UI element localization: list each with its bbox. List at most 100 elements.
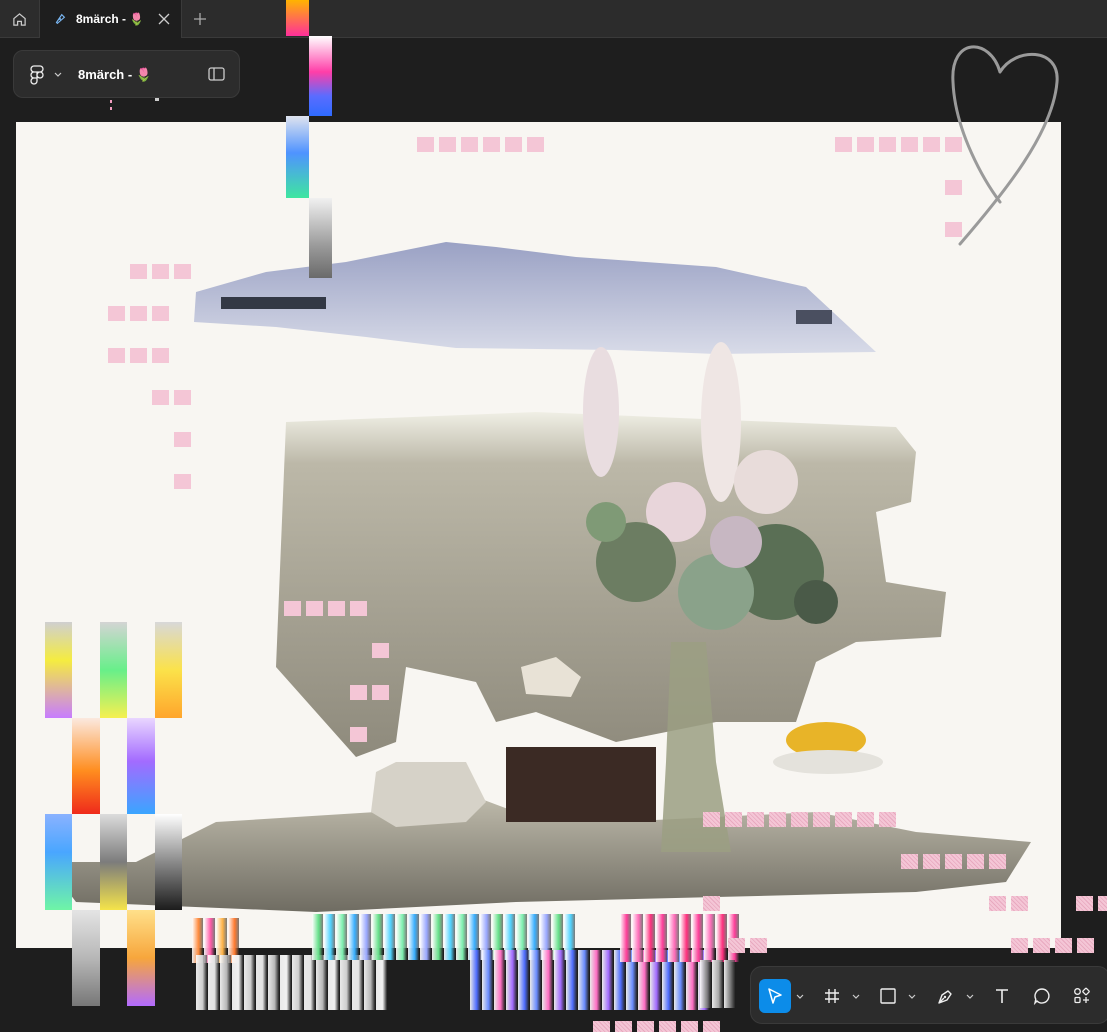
stripe-swatch[interactable] [566, 950, 577, 1010]
gradient-swatch[interactable] [309, 36, 332, 116]
pink-swatch[interactable] [857, 812, 874, 827]
gradient-swatch[interactable] [286, 116, 309, 198]
pink-swatch[interactable] [152, 348, 169, 363]
stripe-swatch[interactable] [304, 955, 315, 1010]
stripe-swatch[interactable] [220, 955, 231, 1010]
stripe-swatch[interactable] [384, 914, 395, 960]
gradient-swatch[interactable] [286, 0, 309, 36]
pink-swatch[interactable] [813, 812, 830, 827]
chevron-down-icon[interactable] [966, 994, 974, 1000]
stripe-swatch[interactable] [196, 955, 207, 1010]
pink-swatch[interactable] [130, 348, 147, 363]
stripe-swatch[interactable] [340, 955, 351, 1010]
text-tool-button[interactable] [987, 979, 1017, 1013]
stripe-swatch[interactable] [336, 914, 347, 960]
pink-swatch[interactable] [350, 685, 367, 700]
stripe-swatch[interactable] [704, 914, 715, 962]
stripe-swatch[interactable] [312, 914, 323, 960]
chevron-down-icon[interactable] [908, 994, 916, 1000]
pink-swatch[interactable] [108, 306, 125, 321]
pink-swatch[interactable] [637, 1021, 654, 1032]
file-name[interactable]: 8märch - 🌷 [78, 67, 152, 83]
pink-swatch[interactable] [945, 222, 962, 237]
pink-swatch[interactable] [108, 348, 125, 363]
pink-swatch[interactable] [725, 812, 742, 827]
stripe-swatch[interactable] [376, 955, 387, 1010]
stripe-swatch[interactable] [396, 914, 407, 960]
pink-swatch[interactable] [1077, 938, 1094, 953]
gradient-swatch[interactable] [72, 910, 100, 1006]
frame-tool-button[interactable] [817, 979, 847, 1013]
stripe-swatch[interactable] [482, 950, 493, 1010]
pink-swatch[interactable] [1098, 896, 1107, 911]
pink-swatch[interactable] [350, 601, 367, 616]
pink-swatch[interactable] [615, 1021, 632, 1032]
pink-swatch[interactable] [439, 137, 456, 152]
chevron-down-icon[interactable] [796, 994, 804, 1000]
pink-swatch[interactable] [174, 264, 191, 279]
pink-swatch[interactable] [1011, 938, 1028, 953]
pink-swatch[interactable] [527, 137, 544, 152]
pink-swatch[interactable] [284, 601, 301, 616]
stripe-swatch[interactable] [680, 914, 691, 962]
stripe-swatch[interactable] [692, 914, 703, 962]
stripe-swatch[interactable] [444, 914, 455, 960]
actions-button[interactable] [1067, 979, 1097, 1013]
pink-swatch[interactable] [1076, 896, 1093, 911]
pink-swatch[interactable] [130, 306, 147, 321]
stripe-swatch[interactable] [470, 950, 481, 1010]
pink-swatch[interactable] [923, 854, 940, 869]
pink-swatch[interactable] [1055, 938, 1072, 953]
pink-swatch[interactable] [417, 137, 434, 152]
tab-file[interactable]: 8märch - 🌷 [40, 0, 182, 38]
pink-swatch[interactable] [728, 938, 745, 953]
stripe-swatch[interactable] [554, 950, 565, 1010]
stripe-swatch[interactable] [578, 950, 589, 1010]
shape-tool-button[interactable] [873, 979, 903, 1013]
stripe-swatch[interactable] [590, 950, 601, 1010]
pink-swatch[interactable] [945, 854, 962, 869]
main-menu-button[interactable] [30, 65, 62, 85]
pink-swatch[interactable] [328, 601, 345, 616]
stripe-swatch[interactable] [292, 955, 303, 1010]
pink-swatch[interactable] [174, 390, 191, 405]
pink-swatch[interactable] [350, 727, 367, 742]
stripe-swatch[interactable] [280, 955, 291, 1010]
pink-swatch[interactable] [306, 601, 323, 616]
gradient-swatch[interactable] [45, 622, 72, 718]
chevron-down-icon[interactable] [852, 994, 860, 1000]
pink-swatch[interactable] [152, 264, 169, 279]
stripe-swatch[interactable] [432, 914, 443, 960]
pink-swatch[interactable] [372, 685, 389, 700]
pink-swatch[interactable] [945, 137, 962, 152]
pink-swatch[interactable] [901, 854, 918, 869]
pink-swatch[interactable] [769, 812, 786, 827]
gradient-swatch[interactable] [155, 622, 182, 718]
pink-swatch[interactable] [372, 643, 389, 658]
pink-swatch[interactable] [659, 1021, 676, 1032]
stripe-swatch[interactable] [632, 914, 643, 962]
pink-swatch[interactable] [989, 854, 1006, 869]
stripe-swatch[interactable] [724, 960, 735, 1008]
stripe-swatch[interactable] [256, 955, 267, 1010]
pink-swatch[interactable] [967, 854, 984, 869]
gradient-swatch[interactable] [100, 814, 127, 910]
pink-swatch[interactable] [152, 390, 169, 405]
pink-swatch[interactable] [593, 1021, 610, 1032]
pink-swatch[interactable] [901, 137, 918, 152]
pink-swatch[interactable] [879, 812, 896, 827]
stripe-swatch[interactable] [518, 950, 529, 1010]
pink-swatch[interactable] [703, 1021, 720, 1032]
move-tool-button[interactable] [759, 979, 791, 1013]
gradient-swatch[interactable] [127, 718, 155, 814]
pink-swatch[interactable] [483, 137, 500, 152]
close-icon[interactable] [157, 12, 171, 26]
pink-swatch[interactable] [945, 180, 962, 195]
pink-swatch[interactable] [747, 812, 764, 827]
stripe-swatch[interactable] [656, 914, 667, 962]
stripe-swatch[interactable] [268, 955, 279, 1010]
pink-swatch[interactable] [835, 137, 852, 152]
stripe-swatch[interactable] [602, 950, 613, 1010]
pink-swatch[interactable] [791, 812, 808, 827]
pink-swatch[interactable] [857, 137, 874, 152]
